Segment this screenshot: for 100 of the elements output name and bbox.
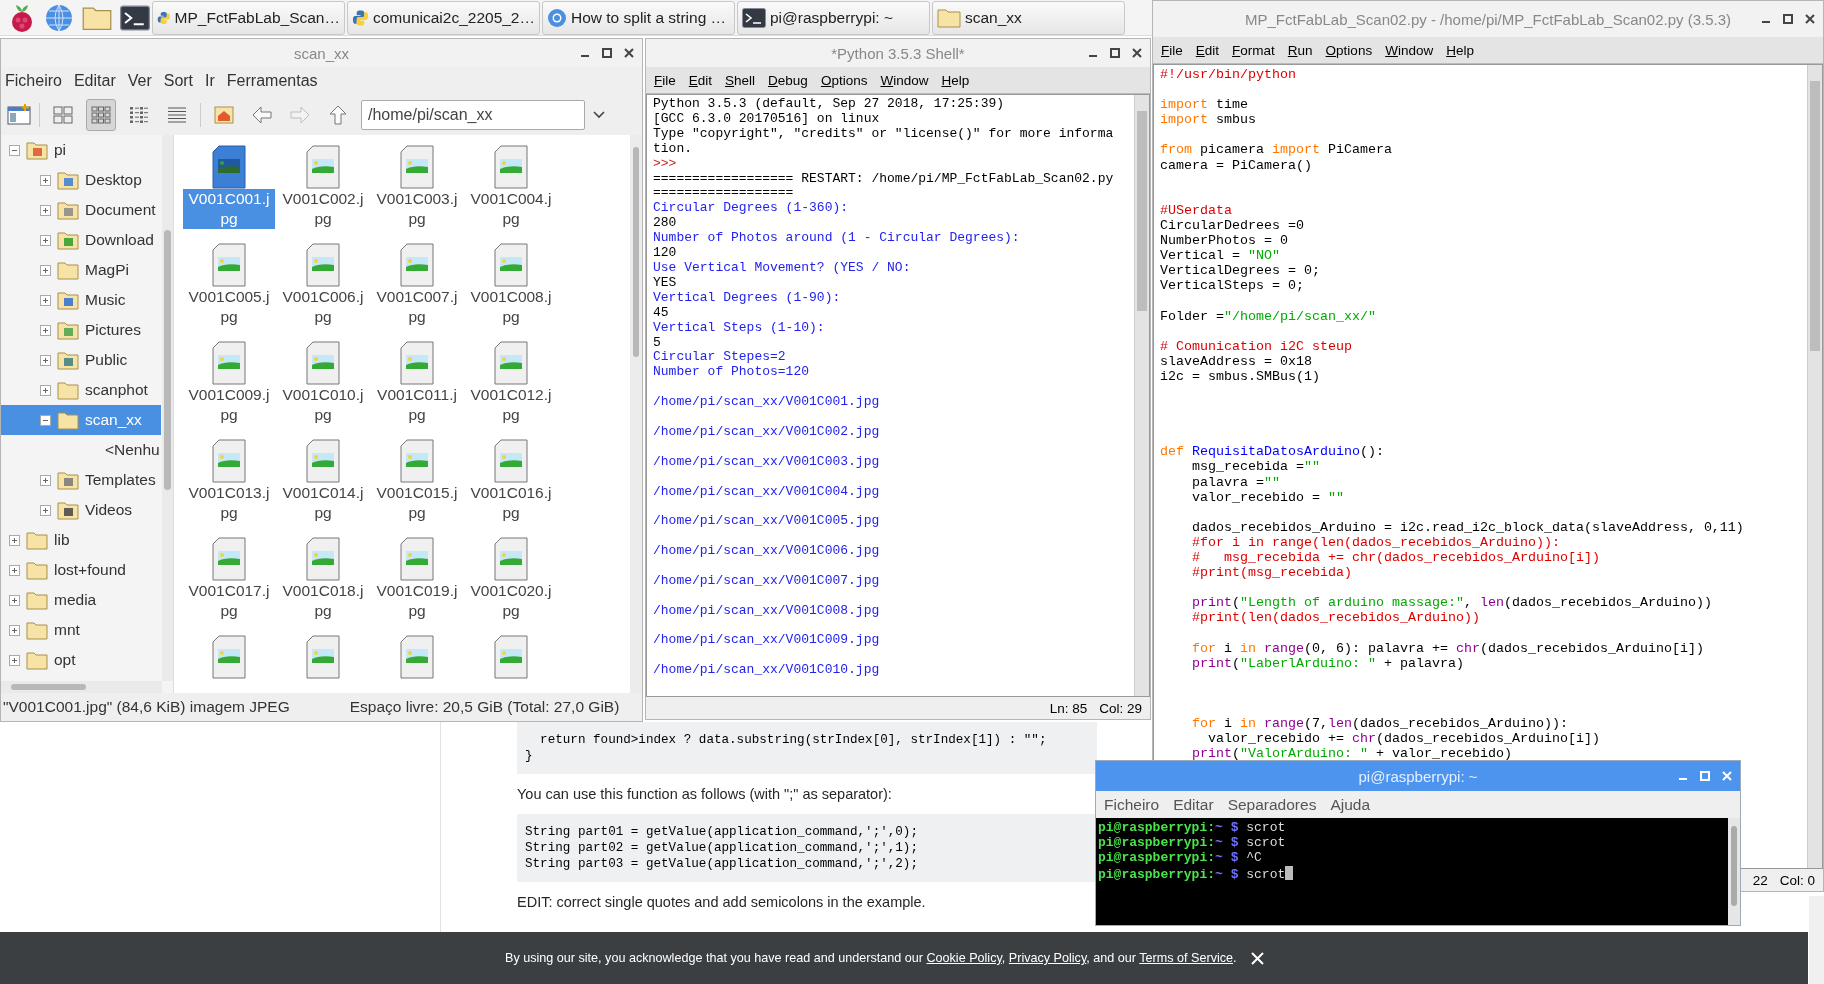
menu-item[interactable]: Editar xyxy=(73,72,116,90)
expand-icon[interactable] xyxy=(40,384,51,396)
menu-item[interactable]: Run xyxy=(1287,42,1313,58)
tree-item[interactable]: opt xyxy=(1,645,161,675)
expand-icon[interactable] xyxy=(9,534,20,546)
menu-item[interactable]: File xyxy=(654,72,676,88)
policy-link[interactable]: Terms of Service xyxy=(1139,951,1234,965)
image-file[interactable]: V001C007.jpg xyxy=(370,243,464,341)
image-file[interactable]: V001C006.jpg xyxy=(276,243,370,341)
tree-item[interactable]: Videos xyxy=(1,495,161,525)
scrollbar[interactable] xyxy=(162,135,173,681)
collapse-icon[interactable] xyxy=(9,144,20,156)
expand-icon[interactable] xyxy=(40,354,51,366)
menu-item[interactable]: Help xyxy=(941,72,970,88)
scrollbar[interactable] xyxy=(1807,65,1822,868)
scrollbar[interactable] xyxy=(1809,896,1824,984)
tree-item[interactable]: MagPi xyxy=(1,255,161,285)
taskbar-button[interactable]: How to split a string … xyxy=(542,0,735,35)
close-icon[interactable] xyxy=(1132,48,1142,58)
image-file[interactable]: V001C012.jpg xyxy=(464,341,558,439)
tree-item[interactable]: Desktop xyxy=(1,165,161,195)
image-file[interactable]: V001C019.jpg xyxy=(370,537,464,635)
image-file[interactable]: V001C003.jpg xyxy=(370,145,464,243)
image-file[interactable]: V001C017.jpg xyxy=(182,537,276,635)
policy-link[interactable]: Cookie Policy xyxy=(926,951,1002,965)
menu-item[interactable]: Shell xyxy=(725,72,756,88)
menu-item[interactable]: Sort xyxy=(163,72,194,90)
maximize-icon[interactable] xyxy=(1783,14,1793,24)
expand-icon[interactable] xyxy=(40,264,51,276)
menu-item[interactable]: Window xyxy=(1385,42,1434,58)
image-file[interactable]: V001C013.jpg xyxy=(182,439,276,537)
tree-item[interactable]: Pictures xyxy=(1,315,161,345)
expand-icon[interactable] xyxy=(9,594,20,606)
menu-item[interactable]: Edit xyxy=(688,72,713,88)
menu-item[interactable]: Format xyxy=(1232,42,1275,58)
expand-icon[interactable] xyxy=(9,654,20,666)
taskbar-button[interactable]: comunicai2c_2205_2… xyxy=(347,0,540,35)
menu-item[interactable]: Separadores xyxy=(1227,795,1317,814)
menu-item[interactable]: Ir xyxy=(205,72,215,90)
close-icon[interactable] xyxy=(1805,14,1815,24)
expand-icon[interactable] xyxy=(40,174,51,186)
menu-item[interactable]: Ficheiro xyxy=(1104,795,1160,814)
menu-item[interactable]: Editar xyxy=(1173,795,1214,814)
tree-item[interactable]: lost+found xyxy=(1,555,161,585)
menu-item[interactable]: Window xyxy=(880,72,929,88)
expand-icon[interactable] xyxy=(40,294,51,306)
menu-item[interactable]: Edit xyxy=(1195,42,1220,58)
image-file[interactable]: V001C011.jpg xyxy=(370,341,464,439)
image-file[interactable]: V001C020.jpg xyxy=(464,537,558,635)
dropdown-caret-icon[interactable] xyxy=(593,111,605,119)
expand-icon[interactable] xyxy=(40,234,51,246)
image-file[interactable]: V001C009.jpg xyxy=(182,341,276,439)
taskbar-button[interactable]: MP_FctFabLab_Scan… xyxy=(152,0,345,35)
menu-item[interactable]: Help xyxy=(1446,42,1474,58)
image-file[interactable]: V001C010.jpg xyxy=(276,341,370,439)
image-file[interactable]: V001C015.jpg xyxy=(370,439,464,537)
tree-item[interactable]: scanphot xyxy=(1,375,161,405)
expand-icon[interactable] xyxy=(40,504,51,516)
menu-item[interactable]: Ferramentas xyxy=(226,72,318,90)
menu-item[interactable]: Debug xyxy=(768,72,808,88)
image-file[interactable]: V001C005.jpg xyxy=(182,243,276,341)
tree-item[interactable]: Music xyxy=(1,285,161,315)
path-field[interactable]: /home/pi/scan_xx xyxy=(361,100,585,130)
side-pane-icon[interactable] xyxy=(7,104,31,126)
view-mode-button[interactable] xyxy=(86,99,116,131)
expand-icon[interactable] xyxy=(9,624,20,636)
scrollbar[interactable] xyxy=(1134,95,1149,696)
image-file[interactable]: V001C004.jpg xyxy=(464,145,558,243)
expand-icon[interactable] xyxy=(40,204,51,216)
tree-item[interactable]: Templates xyxy=(1,465,161,495)
tree-item[interactable]: Download xyxy=(1,225,161,255)
collapse-icon[interactable] xyxy=(40,414,51,426)
menu-item[interactable]: Ver xyxy=(127,72,152,90)
tree-item[interactable]: pi xyxy=(1,135,161,165)
taskbar-button[interactable]: pi@raspberrypi: ~ xyxy=(737,0,930,35)
menu-item[interactable]: Options xyxy=(820,72,868,88)
image-file[interactable]: V001C008.jpg xyxy=(464,243,558,341)
tree-item[interactable]: media xyxy=(1,585,161,615)
tree-item[interactable]: mnt xyxy=(1,615,161,645)
expand-icon[interactable] xyxy=(40,324,51,336)
image-file[interactable]: V001C002.jpg xyxy=(276,145,370,243)
image-file[interactable]: V001C014.jpg xyxy=(276,439,370,537)
scrollbar[interactable] xyxy=(1728,818,1740,925)
menu-item[interactable]: Options xyxy=(1325,42,1373,58)
menu-item[interactable]: File xyxy=(1161,42,1183,58)
tree-item[interactable]: Public xyxy=(1,345,161,375)
menu-item[interactable]: Ficheiro xyxy=(5,72,62,90)
menu-item[interactable]: Ajuda xyxy=(1330,795,1371,814)
expand-icon[interactable] xyxy=(40,474,51,486)
maximize-icon[interactable] xyxy=(602,48,612,58)
tree-item[interactable]: Document xyxy=(1,195,161,225)
image-file[interactable]: V001C016.jpg xyxy=(464,439,558,537)
maximize-icon[interactable] xyxy=(1110,48,1120,58)
image-file[interactable]: V001C018.jpg xyxy=(276,537,370,635)
tree-item[interactable]: <Nenhu xyxy=(1,435,161,465)
tree-item[interactable]: lib xyxy=(1,525,161,555)
globe-icon[interactable] xyxy=(44,2,74,33)
expand-icon[interactable] xyxy=(9,564,20,576)
close-icon[interactable] xyxy=(624,48,634,58)
scrollbar[interactable] xyxy=(1,681,162,693)
